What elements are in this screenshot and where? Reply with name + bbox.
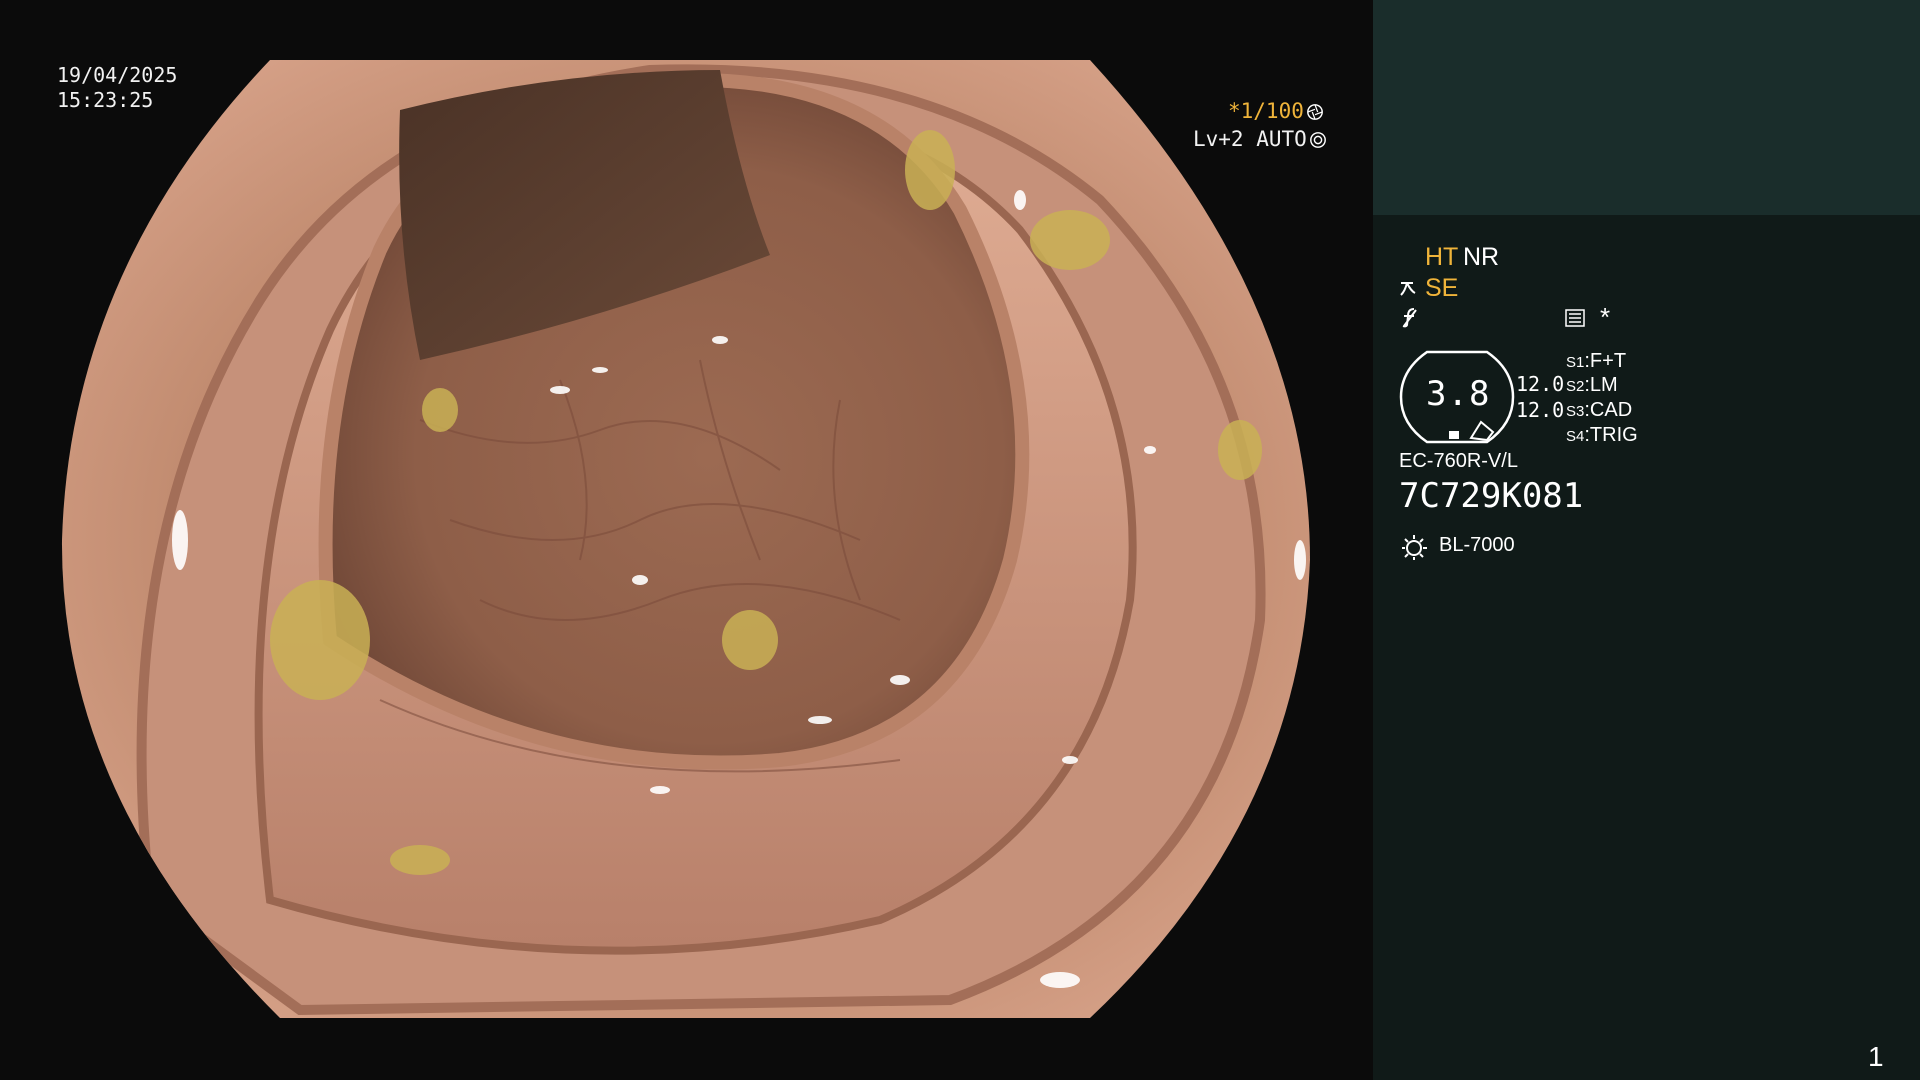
shutter-value: *1/100 [1228, 99, 1304, 123]
light-source-icon [1402, 535, 1427, 560]
gauge-reading-1: 12.0 [1516, 372, 1565, 396]
scope-field [61, 60, 1311, 1018]
setting-s3: S3:CAD [1566, 399, 1633, 421]
scope-serial: 7C729K081 [1399, 476, 1584, 516]
thumbnail-area [1373, 0, 1920, 215]
structure-enhancement-icon [1400, 282, 1416, 296]
setting-value: LM [1589, 374, 1618, 396]
setting-key: S4 [1566, 428, 1585, 445]
setting-value: CAD [1589, 399, 1633, 421]
colonoscopy-image [61, 60, 1311, 1018]
setting-key: S1 [1566, 354, 1585, 371]
endoscope-video-area: 19/04/2025 15:23:25 *1/100 Lv+2 AUTO [0, 0, 1373, 1080]
setting-value: F+T [1589, 350, 1627, 372]
info-panel: HT NR SE * 3.8 12.0 12.0 S1:F+T S2:LM S3… [1373, 0, 1920, 1080]
brightness-level-value: Lv+2 AUTO [1193, 127, 1307, 151]
scope-model: EC-760R-V/L [1399, 450, 1518, 472]
aperture-icon [1306, 104, 1323, 120]
nr-indicator: NR [1463, 243, 1500, 271]
asterisk-indicator: * [1600, 302, 1611, 332]
date-readout: 19/04/2025 [57, 63, 178, 87]
gauge-value: 3.8 [1426, 374, 1491, 414]
shutter-readout: *1/100 [1228, 99, 1324, 124]
ht-indicator: HT [1425, 243, 1459, 271]
setting-s4: S4:TRIG [1566, 424, 1638, 446]
gauge-reading-2: 12.0 [1516, 398, 1565, 422]
brightness-auto-icon [1309, 132, 1326, 148]
setting-s2: S2:LM [1566, 374, 1618, 396]
light-source-label: BL-7000 [1439, 534, 1515, 556]
settings-list-icon [1565, 309, 1585, 327]
setting-key: S3 [1566, 403, 1585, 420]
function-icon [1402, 308, 1417, 328]
page-number: 1 [1868, 1041, 1884, 1072]
time-readout: 15:23:25 [57, 88, 154, 112]
se-indicator: SE [1425, 274, 1459, 302]
setting-value: TRIG [1589, 424, 1638, 446]
setting-key: S2 [1566, 378, 1585, 395]
setting-s1: S1:F+T [1566, 350, 1627, 372]
brightness-level-readout: Lv+2 AUTO [1193, 127, 1327, 152]
